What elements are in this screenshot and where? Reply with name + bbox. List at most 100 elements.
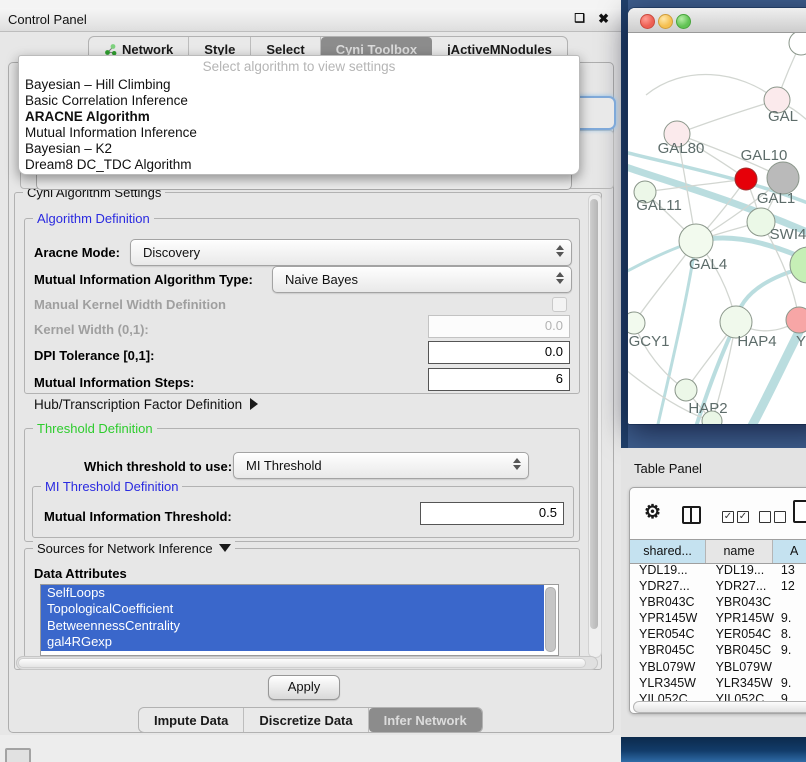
table-row[interactable]: YBR045CYBR045C9. <box>630 642 806 658</box>
network-node[interactable] <box>735 168 757 190</box>
minimize-window-icon[interactable] <box>658 14 673 29</box>
node-label: SWI4 <box>770 226 806 243</box>
column-header-shared-[interactable]: shared... <box>630 540 706 563</box>
float-panel-icon[interactable]: ❑ <box>574 11 585 25</box>
selected-value: Naive Bayes <box>285 272 358 287</box>
table-cell: YBR045C <box>630 642 707 658</box>
scrollbar-thumb[interactable] <box>590 199 598 629</box>
node-label: GAL1 <box>757 190 795 207</box>
algorithm-option-basic-correlation-inference[interactable]: Basic Correlation Inference <box>19 93 579 109</box>
network-canvas[interactable]: GALGAL80GAL10GAL11GAL1SWI4GAL4GCY1HAP4YH… <box>628 33 806 424</box>
hub-definition-toggle[interactable]: Hub/Transcription Factor Definition <box>34 397 258 412</box>
node-HAP2[interactable] <box>675 379 697 401</box>
network-view-window: GALGAL80GAL10GAL11GAL1SWI4GAL4GCY1HAP4YH… <box>628 8 806 424</box>
aracne-mode-select[interactable]: Discovery <box>130 239 572 266</box>
tab-impute-data[interactable]: Impute Data <box>139 708 244 732</box>
close-window-icon[interactable] <box>640 14 655 29</box>
kernel-width-label: Kernel Width (0,1): <box>34 322 149 337</box>
table-cell: YBR043C <box>707 594 774 610</box>
algorithm-dropdown: Select algorithm to view settings Bayesi… <box>18 55 580 175</box>
table-row[interactable]: YPR145WYPR145W9. <box>630 610 806 626</box>
dropdown-item-list: Bayesian – Hill ClimbingBasic Correlatio… <box>19 77 579 173</box>
dropdown-placeholder: Select algorithm to view settings <box>19 56 579 77</box>
table-cell: 13 <box>774 562 806 578</box>
sources-group-title[interactable]: Sources for Network Inference <box>33 541 235 556</box>
algorithm-option-mutual-information-inference[interactable]: Mutual Information Inference <box>19 125 579 141</box>
attribute-selfloops[interactable]: SelfLoops <box>41 585 544 601</box>
table-row[interactable]: YBR043CYBR043C <box>630 594 806 610</box>
algorithm-option-aracne-algorithm[interactable]: ARACNE Algorithm <box>19 109 579 125</box>
node-GAL4[interactable] <box>679 224 713 258</box>
group-title: MI Threshold Definition <box>41 479 182 494</box>
settings-vertical-scrollbar[interactable] <box>588 194 602 658</box>
tab-label: Infer Network <box>384 713 467 728</box>
table-horizontal-scrollbar[interactable] <box>633 701 806 713</box>
manual-kernel-label: Manual Kernel Width Definition <box>34 297 226 312</box>
network-edge[interactable] <box>677 100 777 134</box>
expanded-arrow-icon <box>219 544 231 552</box>
tab-infer-network[interactable]: Infer Network <box>369 708 482 732</box>
minimized-panel-icon[interactable] <box>5 748 31 762</box>
manual-kernel-checkbox[interactable] <box>552 297 567 312</box>
algorithm-option-bayesian-hill-climbing[interactable]: Bayesian – Hill Climbing <box>19 77 579 93</box>
column-header-name[interactable]: name <box>706 540 773 563</box>
algorithm-option-bayesian-k2[interactable]: Bayesian – K2 <box>19 141 579 157</box>
node-Y[interactable] <box>786 307 806 333</box>
mi-steps-field[interactable]: 6 <box>428 368 570 391</box>
node-label: GAL <box>768 108 798 125</box>
node-label: GCY1 <box>629 333 670 350</box>
table-row[interactable]: YER054CYER054C8. <box>630 626 806 642</box>
dpi-tolerance-field[interactable]: 0.0 <box>428 341 570 364</box>
network-window-titlebar[interactable] <box>628 8 806 33</box>
column-header-a[interactable]: A <box>773 540 806 563</box>
table-body: YDL19...YDL19...13YDR27...YDR27...12YBR0… <box>630 562 806 707</box>
close-panel-icon[interactable]: ✖ <box>598 11 609 27</box>
sources-title-text: Sources for Network Inference <box>37 541 213 556</box>
table-cell: YER054C <box>630 626 707 642</box>
document-icon[interactable] <box>793 500 806 523</box>
stepper-icon <box>513 458 521 470</box>
node-GCY1[interactable] <box>628 312 645 334</box>
table-panel-window: ⚙ ✓ ✓ shared...nameA YDL19...YDL19...13Y… <box>629 487 806 714</box>
kernel-width-field[interactable]: 0.0 <box>428 315 570 338</box>
select-all-checkbox-icon[interactable]: ✓ <box>722 511 734 523</box>
attributes-list-scrollbar[interactable] <box>545 587 556 652</box>
settings-horizontal-scrollbar[interactable] <box>16 656 598 670</box>
data-attributes-list[interactable]: SelfLoopsTopologicalCoefficientBetweenne… <box>40 584 559 656</box>
table-row[interactable]: YDR27...YDR27...12 <box>630 578 806 594</box>
table-row[interactable]: YBL079WYBL079W <box>630 659 806 675</box>
apply-button[interactable]: Apply <box>268 675 340 700</box>
group-title: Threshold Definition <box>33 421 157 436</box>
select-all-checkbox-icon2[interactable]: ✓ <box>737 511 749 523</box>
selected-value: Discovery <box>143 245 200 260</box>
network-edge[interactable] <box>646 75 777 100</box>
mi-threshold-field[interactable]: 0.5 <box>420 502 564 525</box>
table-cell: 9. <box>774 675 806 691</box>
table-cell <box>774 659 806 675</box>
deselect-checkbox-icon2[interactable] <box>774 511 786 523</box>
table-row[interactable]: YDL19...YDL19...13 <box>630 562 806 578</box>
algorithm-option-dream8-dc-tdc-algorithm[interactable]: Dream8 DC_TDC Algorithm <box>19 157 579 173</box>
table-row[interactable]: YLR345WYLR345W9. <box>630 675 806 691</box>
node-label: GAL10 <box>741 147 788 164</box>
gear-icon[interactable]: ⚙ <box>644 501 661 524</box>
mi-type-label: Mutual Information Algorithm Type: <box>34 272 253 287</box>
desktop-bottom-strip <box>621 737 806 762</box>
node-label: Y <box>796 333 806 350</box>
attribute-topologicalcoefficient[interactable]: TopologicalCoefficient <box>41 601 544 617</box>
attribute-betweennesscentrality[interactable]: BetweennessCentrality <box>41 618 544 634</box>
stepper-icon <box>556 245 564 257</box>
scrollbar-thumb[interactable] <box>18 658 586 668</box>
collapsed-arrow-icon <box>250 398 258 410</box>
tab-discretize-data[interactable]: Discretize Data <box>244 708 368 732</box>
control-panel-title: Control Panel <box>8 12 87 27</box>
which-threshold-select[interactable]: MI Threshold <box>233 452 529 479</box>
mi-type-select[interactable]: Naive Bayes <box>272 266 572 293</box>
control-panel-window: Control Panel ❑ ✖ NetworkStyleSelectCyni… <box>0 0 622 735</box>
dpi-tolerance-label: DPI Tolerance [0,1]: <box>34 348 154 363</box>
zoom-window-icon[interactable] <box>676 14 691 29</box>
attribute-gal4rgexp[interactable]: gal4RGexp <box>41 634 544 650</box>
column-browser-icon[interactable] <box>682 506 701 524</box>
deselect-checkbox-icon[interactable] <box>759 511 771 523</box>
network-node[interactable] <box>789 33 806 55</box>
